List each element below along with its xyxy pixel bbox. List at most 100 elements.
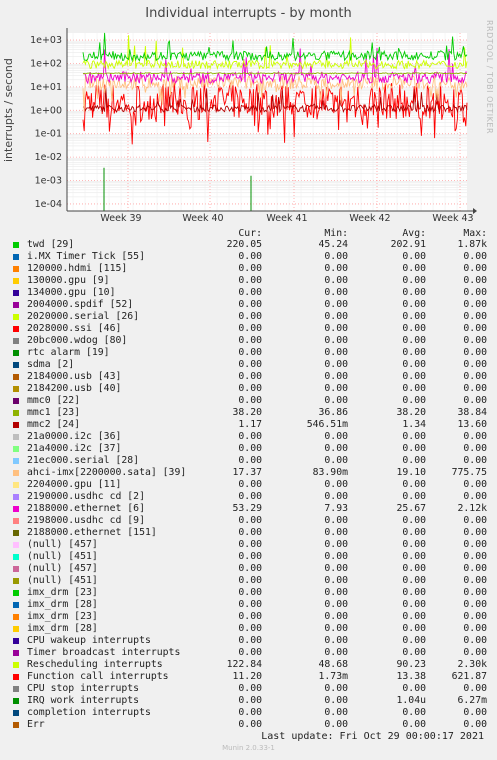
legend-row: 2190000.usdhc cd [2] 0.00 0.00 0.00 0.00 <box>12 491 492 503</box>
legend-max: 0.00 <box>463 515 487 526</box>
legend-row: 130000.gpu [9] 0.00 0.00 0.00 0.00 <box>12 275 492 287</box>
legend-max: 0.00 <box>463 299 487 310</box>
legend-label: (null) [457] <box>27 563 98 574</box>
legend-avg: 202.91 <box>390 239 426 250</box>
legend-min: 0.00 <box>324 695 348 706</box>
legend-header: Cur: Min: Avg: Max: <box>12 228 492 239</box>
legend-avg: 0.00 <box>402 299 426 310</box>
legend-label: CPU wakeup interrupts <box>27 635 151 646</box>
legend-max: 775.75 <box>451 467 487 478</box>
last-update: Last update: Fri Oct 29 00:00:17 2021 <box>261 731 484 742</box>
legend-row: (null) [457] 0.00 0.00 0.00 0.00 <box>12 563 492 575</box>
legend-label: 134000.gpu [10] <box>27 287 116 298</box>
legend-label: 20bc000.wdog [80] <box>27 335 128 346</box>
legend-label: i.MX Timer Tick [55] <box>27 251 145 262</box>
legend-cur: 0.00 <box>238 707 262 718</box>
legend-avg: 0.00 <box>402 611 426 622</box>
legend-cur: 0.00 <box>238 479 262 490</box>
legend-min: 83.90m <box>312 467 348 478</box>
legend-min: 0.00 <box>324 491 348 502</box>
legend-max: 1.87k <box>457 239 488 250</box>
y-tick-label: 1e+00 <box>30 105 62 116</box>
y-tick-label: 1e+01 <box>30 82 62 93</box>
legend-max: 0.00 <box>463 479 487 490</box>
legend-cur: 0.00 <box>238 539 262 550</box>
legend-label: ahci-imx[2200000.sata] [39] <box>27 467 187 478</box>
legend-cur: 0.00 <box>238 623 262 634</box>
legend-label: mmc0 [22] <box>27 395 81 406</box>
legend-max: 0.00 <box>463 443 487 454</box>
legend-row: ahci-imx[2200000.sata] [39] 17.37 83.90m 19… <box>12 467 492 479</box>
legend-row: 21a0000.i2c [36] 0.00 0.00 0.00 0.00 <box>12 431 492 443</box>
legend-max: 0.00 <box>463 539 487 550</box>
legend-max: 0.00 <box>463 575 487 586</box>
legend-swatch <box>13 494 19 500</box>
legend-avg: 0.00 <box>402 347 426 358</box>
legend-avg: 0.00 <box>402 359 426 370</box>
legend-label: 2190000.usdhc cd [2] <box>27 491 145 502</box>
legend-swatch <box>13 386 19 392</box>
legend-max: 0.00 <box>463 707 487 718</box>
legend-swatch <box>13 566 19 572</box>
legend-max: 0.00 <box>463 551 487 562</box>
legend-cur: 0.00 <box>238 491 262 502</box>
legend-row: Function call interrupts 11.20 1.73m 13.38 6… <box>12 671 492 683</box>
legend-avg: 0.00 <box>402 539 426 550</box>
legend-max: 0.00 <box>463 635 487 646</box>
legend-swatch <box>13 578 19 584</box>
legend-swatch <box>13 374 19 380</box>
legend-swatch <box>13 338 19 344</box>
legend-min: 0.00 <box>324 263 348 274</box>
legend-min: 0.00 <box>324 323 348 334</box>
legend-cur: 0.00 <box>238 611 262 622</box>
legend-label: 2020000.serial [26] <box>27 311 140 322</box>
legend-max: 6.27m <box>457 695 488 706</box>
legend-label: sdma [2] <box>27 359 75 370</box>
legend-cur: 0.00 <box>238 551 262 562</box>
legend-row: Err 0.00 0.00 0.00 0.00 <box>12 719 492 731</box>
legend-swatch <box>13 698 19 704</box>
legend-min: 0.00 <box>324 611 348 622</box>
legend-max: 0.00 <box>463 323 487 334</box>
legend-label: 2028000.ssi [46] <box>27 323 122 334</box>
legend-row: 2020000.serial [26] 0.00 0.00 0.00 0.00 <box>12 311 492 323</box>
legend-min: 0.00 <box>324 683 348 694</box>
legend-avg: 19.10 <box>396 467 427 478</box>
legend-row: 2184000.usb [43] 0.00 0.00 0.00 0.00 <box>12 371 492 383</box>
legend-row: (null) [451] 0.00 0.00 0.00 0.00 <box>12 575 492 587</box>
legend-avg: 0.00 <box>402 371 426 382</box>
legend-avg: 0.00 <box>402 275 426 286</box>
legend-avg: 1.04u <box>396 695 427 706</box>
legend-cur: 0.00 <box>238 347 262 358</box>
legend-avg: 0.00 <box>402 323 426 334</box>
legend-swatch <box>13 542 19 548</box>
legend-max: 0.00 <box>463 347 487 358</box>
legend-swatch <box>13 482 19 488</box>
legend-row: sdma [2] 0.00 0.00 0.00 0.00 <box>12 359 492 371</box>
legend-label: Err <box>27 719 45 730</box>
legend-row: 21a4000.i2c [37] 0.00 0.00 0.00 0.00 <box>12 443 492 455</box>
legend-cur: 0.00 <box>238 323 262 334</box>
legend-min: 0.00 <box>324 707 348 718</box>
legend-row: (null) [451] 0.00 0.00 0.00 0.00 <box>12 551 492 563</box>
legend-cur: 0.00 <box>238 311 262 322</box>
legend-label: 21a0000.i2c [36] <box>27 431 122 442</box>
y-tick-label: 1e-02 <box>35 152 62 163</box>
legend-swatch <box>13 242 19 248</box>
legend-row: CPU wakeup interrupts 0.00 0.00 0.00 0.00 <box>12 635 492 647</box>
legend-min: 546.51m <box>306 419 348 430</box>
legend-cur: 53.29 <box>232 503 263 514</box>
legend-max: 0.00 <box>463 587 487 598</box>
legend-swatch <box>13 506 19 512</box>
legend-swatch <box>13 326 19 332</box>
legend-swatch <box>13 650 19 656</box>
legend-min: 0.00 <box>324 563 348 574</box>
legend-swatch <box>13 674 19 680</box>
legend-cur: 1.17 <box>238 419 262 430</box>
interrupts-chart: 1e+03 1e+02 1e+01 1e+00 1e-01 1e-02 1e-03 1e-04… <box>30 28 477 224</box>
legend-max: 0.00 <box>463 383 487 394</box>
legend-label: 2188000.ethernet [151] <box>27 527 157 538</box>
legend-row: twd [29] 220.05 45.24 202.91 1.87k <box>12 239 492 251</box>
legend-avg: 0.00 <box>402 707 426 718</box>
legend-max: 38.84 <box>457 407 488 418</box>
